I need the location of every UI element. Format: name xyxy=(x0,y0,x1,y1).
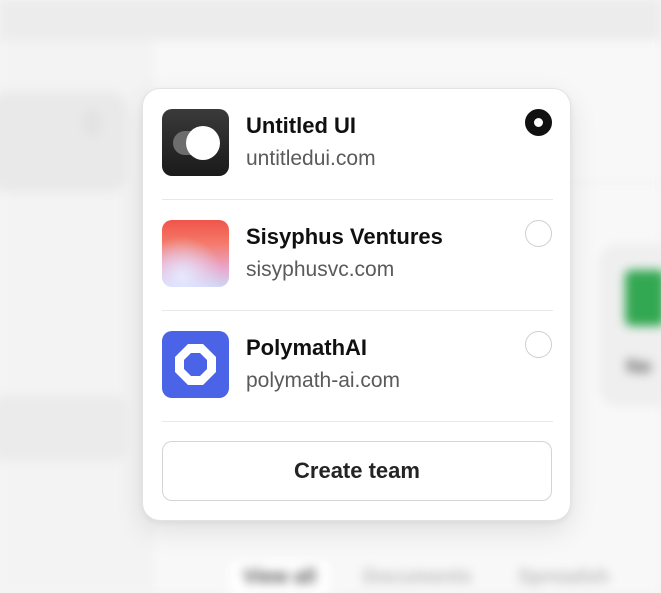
team-name: Untitled UI xyxy=(246,113,356,138)
team-domain: polymath-ai.com xyxy=(246,369,401,392)
toggle-logo-icon xyxy=(162,109,229,176)
sidebar-card xyxy=(0,395,126,461)
team-option-polymathai[interactable]: PolymathAI polymath-ai.com xyxy=(162,311,553,422)
team-radio-selected[interactable] xyxy=(525,109,552,136)
team-option-sisyphus-ventures[interactable]: Sisyphus Ventures sisyphusvc.com xyxy=(162,200,553,311)
tab-view-all: View all xyxy=(226,556,334,593)
drag-handle-icon xyxy=(86,112,98,134)
team-domain: untitledui.com xyxy=(246,147,376,170)
team-domain: sisyphusvc.com xyxy=(246,258,395,281)
team-radio[interactable] xyxy=(525,220,552,247)
spreadsheet-icon xyxy=(625,270,661,326)
team-name: PolymathAI xyxy=(246,335,368,360)
app-screen: Ne View all Documents Spreadsh Untitled … xyxy=(0,0,661,593)
team-switcher-dropdown: Untitled UI untitledui.com Sisyphus Vent… xyxy=(142,88,571,521)
tab-documents: Documents xyxy=(363,565,472,588)
tab-spreadsheets: Spreadsh xyxy=(517,565,610,588)
team-option-untitled-ui[interactable]: Untitled UI untitledui.com xyxy=(162,89,553,200)
toggle-knob xyxy=(186,126,220,160)
octagon-logo-icon xyxy=(162,331,229,398)
create-team-button[interactable]: Create team xyxy=(162,441,552,501)
sidebar-card xyxy=(0,92,126,192)
team-radio[interactable] xyxy=(525,331,552,358)
gradient-logo-icon xyxy=(162,220,229,287)
filter-tabs: View all Documents Spreadsh xyxy=(226,555,625,593)
top-bar xyxy=(0,0,661,40)
team-name: Sisyphus Ventures xyxy=(246,224,443,249)
file-name: Ne xyxy=(626,356,652,378)
